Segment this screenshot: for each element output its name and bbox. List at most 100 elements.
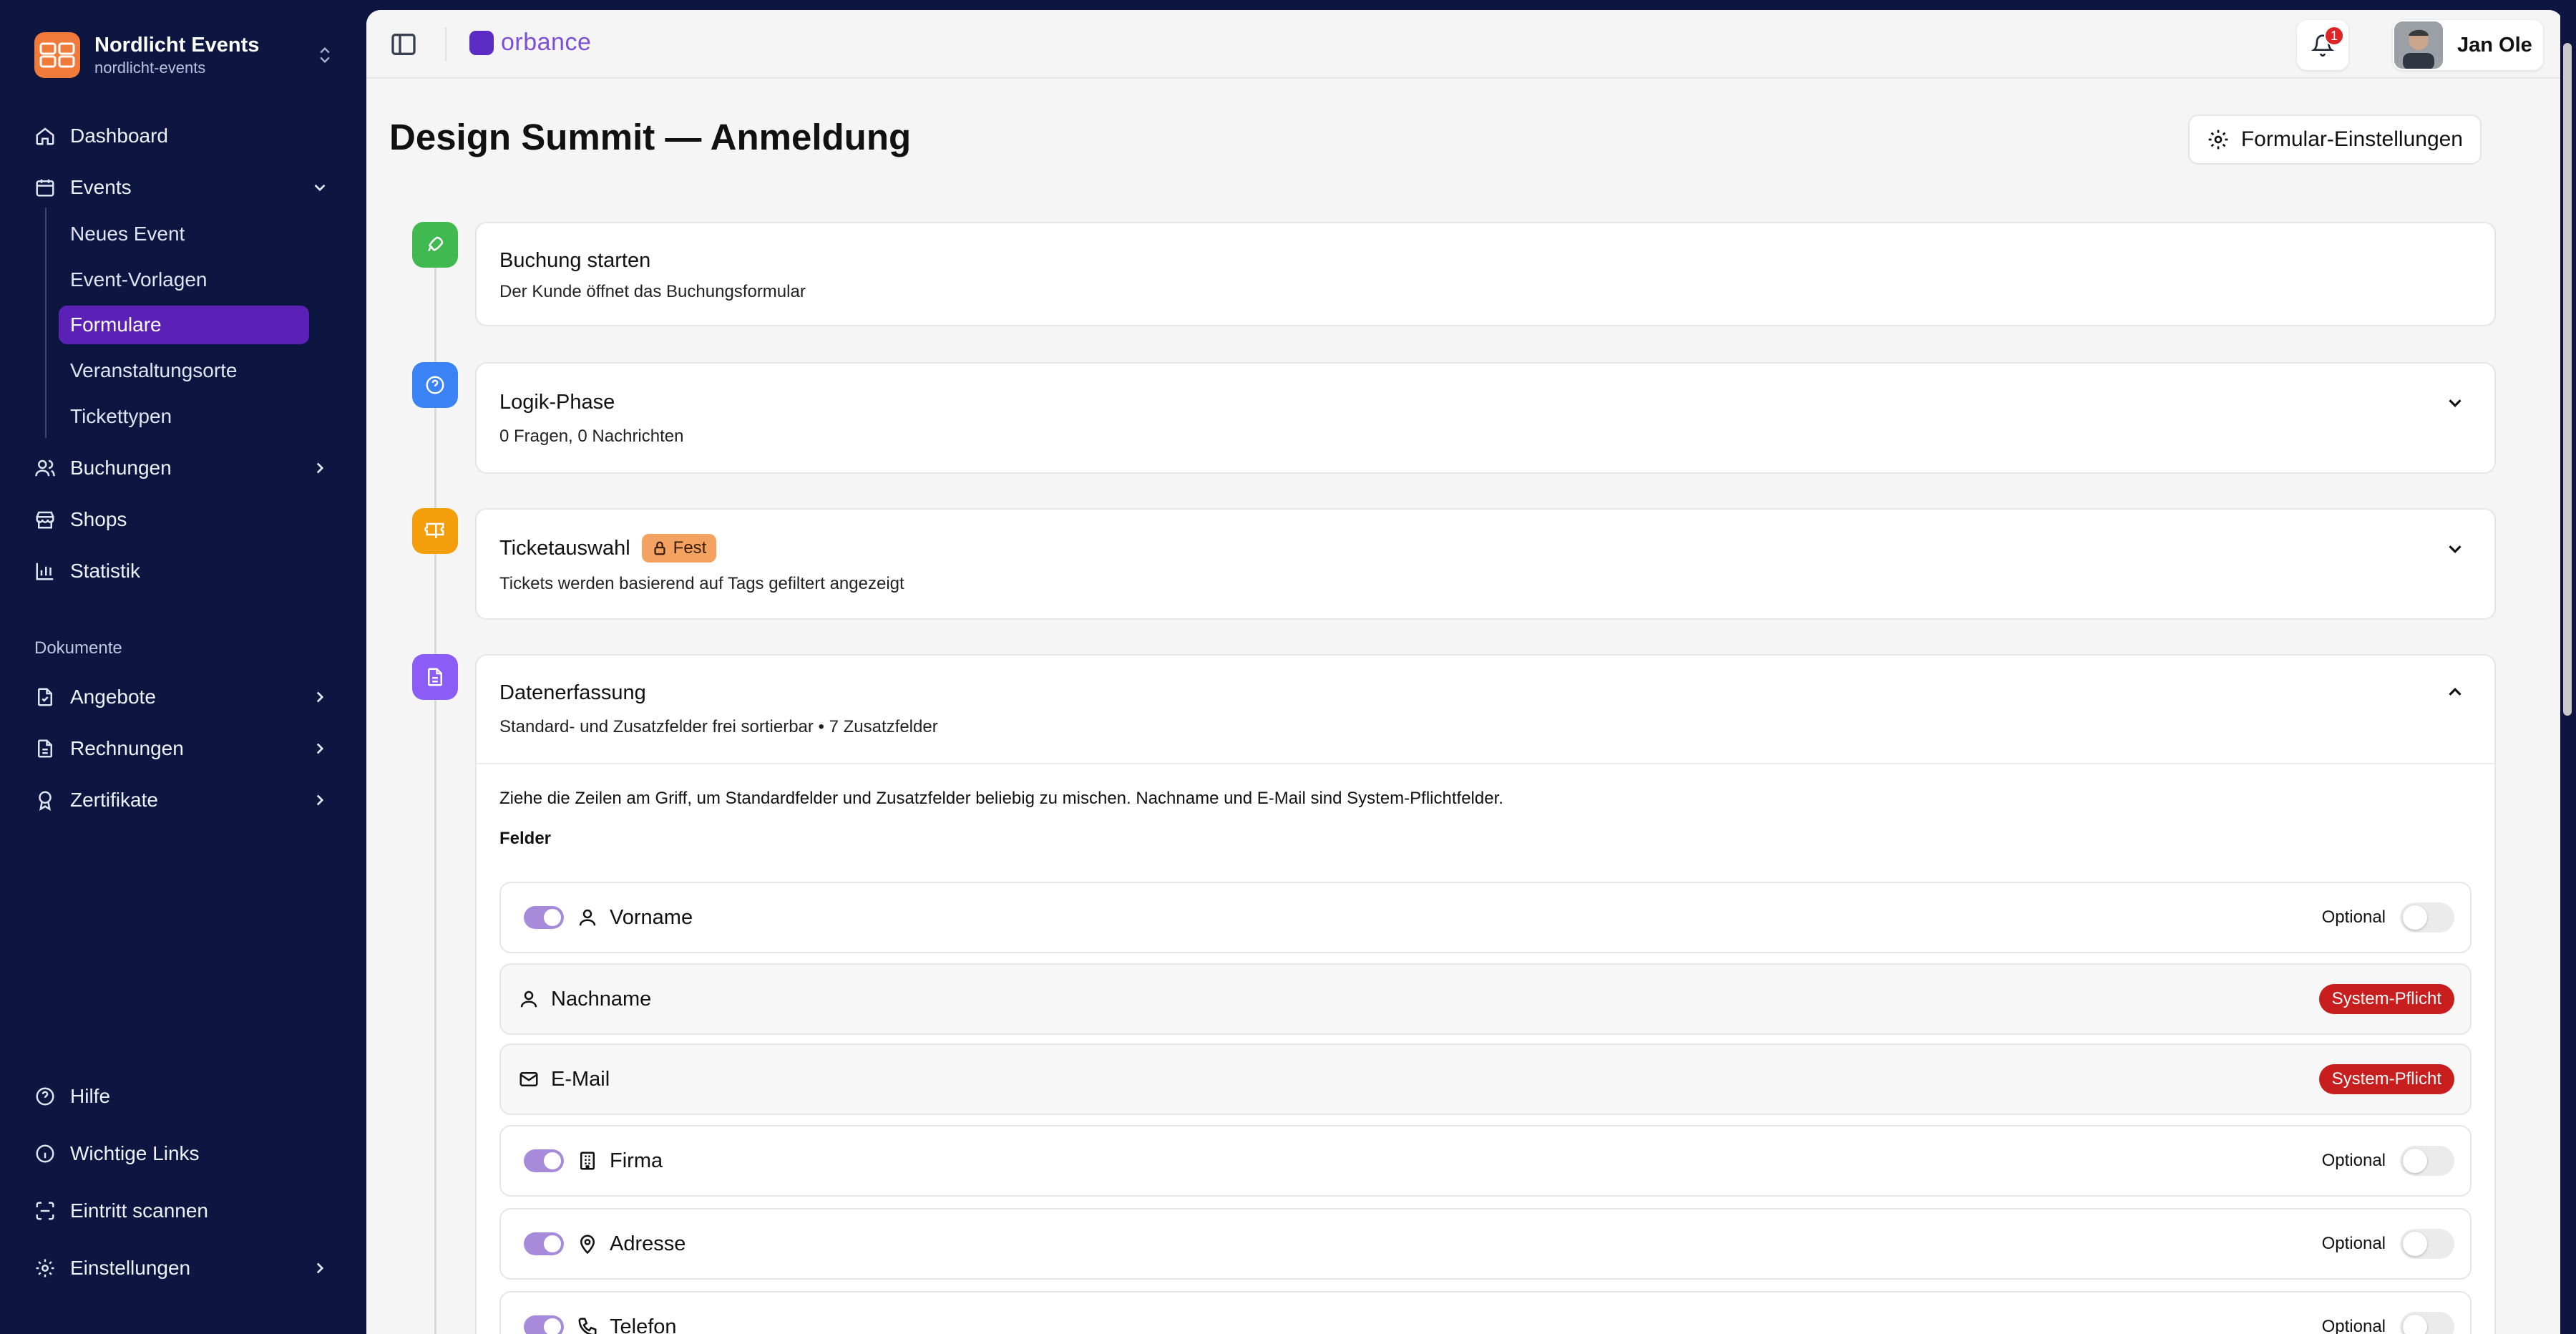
drag-handle[interactable] <box>524 906 564 929</box>
field-row-vorname[interactable]: Vorname Optional <box>499 882 2472 953</box>
chevron-up-icon[interactable] <box>2444 681 2466 703</box>
user-menu[interactable]: Jan Ole <box>2393 20 2543 70</box>
org-name: Nordlicht Events <box>94 34 260 57</box>
step-ticket-icon <box>412 508 458 554</box>
chevron-right-icon <box>316 794 324 806</box>
sidebar-item-event-vorlagen[interactable]: Event-Vorlagen <box>59 261 309 299</box>
step-card-logik-phase[interactable]: Logik-Phase 0 Fragen, 0 Nachrichten <box>475 362 2496 474</box>
sidebar-item-formulare[interactable]: Formulare <box>59 306 309 344</box>
lock-icon <box>654 541 665 555</box>
nav-zertifikate-label: Zertifikate <box>70 789 158 811</box>
step-card-ticketauswahl[interactable]: Ticketauswahl Fest Tickets werden basier… <box>475 508 2496 620</box>
instruction-text: Ziehe die Zeilen am Griff, um Standardfe… <box>499 789 1503 808</box>
org-slug: nordlicht-events <box>94 59 206 77</box>
field-label: Firma <box>610 1149 663 1172</box>
nav-hilfe-label: Hilfe <box>70 1085 111 1107</box>
form-settings-button[interactable]: Formular-Einstellungen <box>2187 115 2482 165</box>
nav-zertifikate[interactable]: Zertifikate <box>34 780 335 820</box>
nav-shops[interactable]: Shops <box>34 500 335 540</box>
chevron-down-icon[interactable] <box>2444 392 2466 414</box>
sidebar-item-veranstaltungsorte[interactable]: Veranstaltungsorte <box>59 351 309 390</box>
nav-angebote-label: Angebote <box>70 686 156 708</box>
chevron-down-icon <box>314 184 326 192</box>
notification-count-badge: 1 <box>2324 26 2344 46</box>
step-title: Logik-Phase <box>499 391 615 414</box>
step-card-buchung-starten[interactable]: Buchung starten Der Kunde öffnet das Buc… <box>475 222 2496 326</box>
nav-hilfe[interactable]: Hilfe <box>34 1076 335 1116</box>
required-toggle[interactable] <box>2400 1229 2454 1259</box>
file-check-icon <box>38 688 52 706</box>
field-row-firma[interactable]: Firma Optional <box>499 1125 2472 1197</box>
award-icon <box>39 791 52 811</box>
scrollbar-thumb[interactable] <box>2563 43 2572 716</box>
step-subtitle: Standard- und Zusatzfelder frei sortierb… <box>499 717 938 736</box>
topbar: orbance 1 Jan Ole <box>366 10 2563 79</box>
step-title: Datenerfassung <box>499 681 646 704</box>
org-logo-mark-icon <box>39 42 75 68</box>
required-toggle[interactable] <box>2400 1312 2454 1334</box>
nav-eintritt-scannen[interactable]: Eintritt scannen <box>34 1191 335 1231</box>
required-toggle[interactable] <box>2400 902 2454 933</box>
step-logik-icon <box>412 362 458 408</box>
step-subtitle: Der Kunde öffnet das Buchungsformular <box>499 282 806 301</box>
home-icon <box>36 127 54 145</box>
notifications-button[interactable]: 1 <box>2297 20 2348 70</box>
optional-label: Optional <box>2321 1317 2386 1334</box>
nav-rechnungen-label: Rechnungen <box>70 737 184 759</box>
fixed-badge: Fest <box>641 534 717 563</box>
mail-icon <box>519 1072 538 1086</box>
nav-rechnungen[interactable]: Rechnungen <box>34 729 335 769</box>
field-row-adresse[interactable]: Adresse Optional <box>499 1208 2472 1280</box>
nav-angebote[interactable]: Angebote <box>34 677 335 717</box>
chevron-right-icon <box>316 462 324 474</box>
nav-events[interactable]: Events <box>34 167 335 208</box>
rocket-icon <box>428 236 444 252</box>
chevron-right-icon <box>316 1262 324 1274</box>
avatar <box>2394 21 2443 69</box>
nav-buchungen[interactable]: Buchungen <box>34 448 335 488</box>
brand-mark-icon <box>469 30 494 55</box>
optional-label: Optional <box>2321 1234 2386 1253</box>
scan-icon <box>36 1202 54 1220</box>
org-switcher[interactable]: Nordlicht Events nordlicht-events <box>34 31 335 79</box>
drag-handle[interactable] <box>524 1315 564 1334</box>
nav-einstellungen[interactable]: Einstellungen <box>34 1248 335 1288</box>
brand-logo[interactable]: orbance <box>469 29 591 57</box>
field-row-nachname[interactable]: Nachname System-Pflicht <box>499 963 2472 1035</box>
required-toggle[interactable] <box>2400 1146 2454 1176</box>
users-icon <box>35 459 55 477</box>
page-title: Design Summit — Anmeldung <box>389 117 912 157</box>
system-required-badge: System-Pflicht <box>2318 984 2454 1014</box>
org-logo <box>34 32 80 78</box>
nav-dashboard[interactable]: Dashboard <box>34 116 335 156</box>
phone-icon <box>578 1318 597 1334</box>
field-label: Adresse <box>610 1232 686 1255</box>
sidebar-item-neues-event[interactable]: Neues Event <box>59 215 309 253</box>
nav-dashboard-label: Dashboard <box>70 125 168 147</box>
sidebar-item-tickettypen[interactable]: Tickettypen <box>59 397 309 436</box>
card-divider <box>477 763 2494 764</box>
step-subtitle: 0 Fragen, 0 Nachrichten <box>499 427 684 446</box>
nav-buchungen-label: Buchungen <box>70 457 172 479</box>
drag-handle[interactable] <box>524 1149 564 1172</box>
nav-wichtige-links[interactable]: Wichtige Links <box>34 1134 335 1174</box>
file-text-icon <box>38 739 52 758</box>
sidebar: Nordlicht Events nordlicht-events Dashbo… <box>0 0 366 1334</box>
field-row-email[interactable]: E-Mail System-Pflicht <box>499 1043 2472 1115</box>
nav-statistik[interactable]: Statistik <box>34 551 335 591</box>
drag-handle[interactable] <box>524 1232 564 1255</box>
sidebar-toggle-icon[interactable] <box>389 30 418 59</box>
user-icon <box>579 909 596 926</box>
chevron-right-icon <box>316 691 324 703</box>
nav-events-label: Events <box>70 176 132 198</box>
help-circle-icon <box>36 1087 54 1106</box>
building-icon <box>580 1152 595 1170</box>
field-row-telefon[interactable]: Telefon Optional <box>499 1291 2472 1334</box>
nav-scan-label: Eintritt scannen <box>70 1199 208 1222</box>
map-pin-icon <box>580 1235 595 1255</box>
form-settings-label: Formular-Einstellungen <box>2240 127 2463 151</box>
brand-name: orbance <box>501 29 592 56</box>
nav-einstellungen-label: Einstellungen <box>70 1257 191 1279</box>
chevron-down-icon[interactable] <box>2444 538 2466 560</box>
field-label: Vorname <box>610 905 693 929</box>
